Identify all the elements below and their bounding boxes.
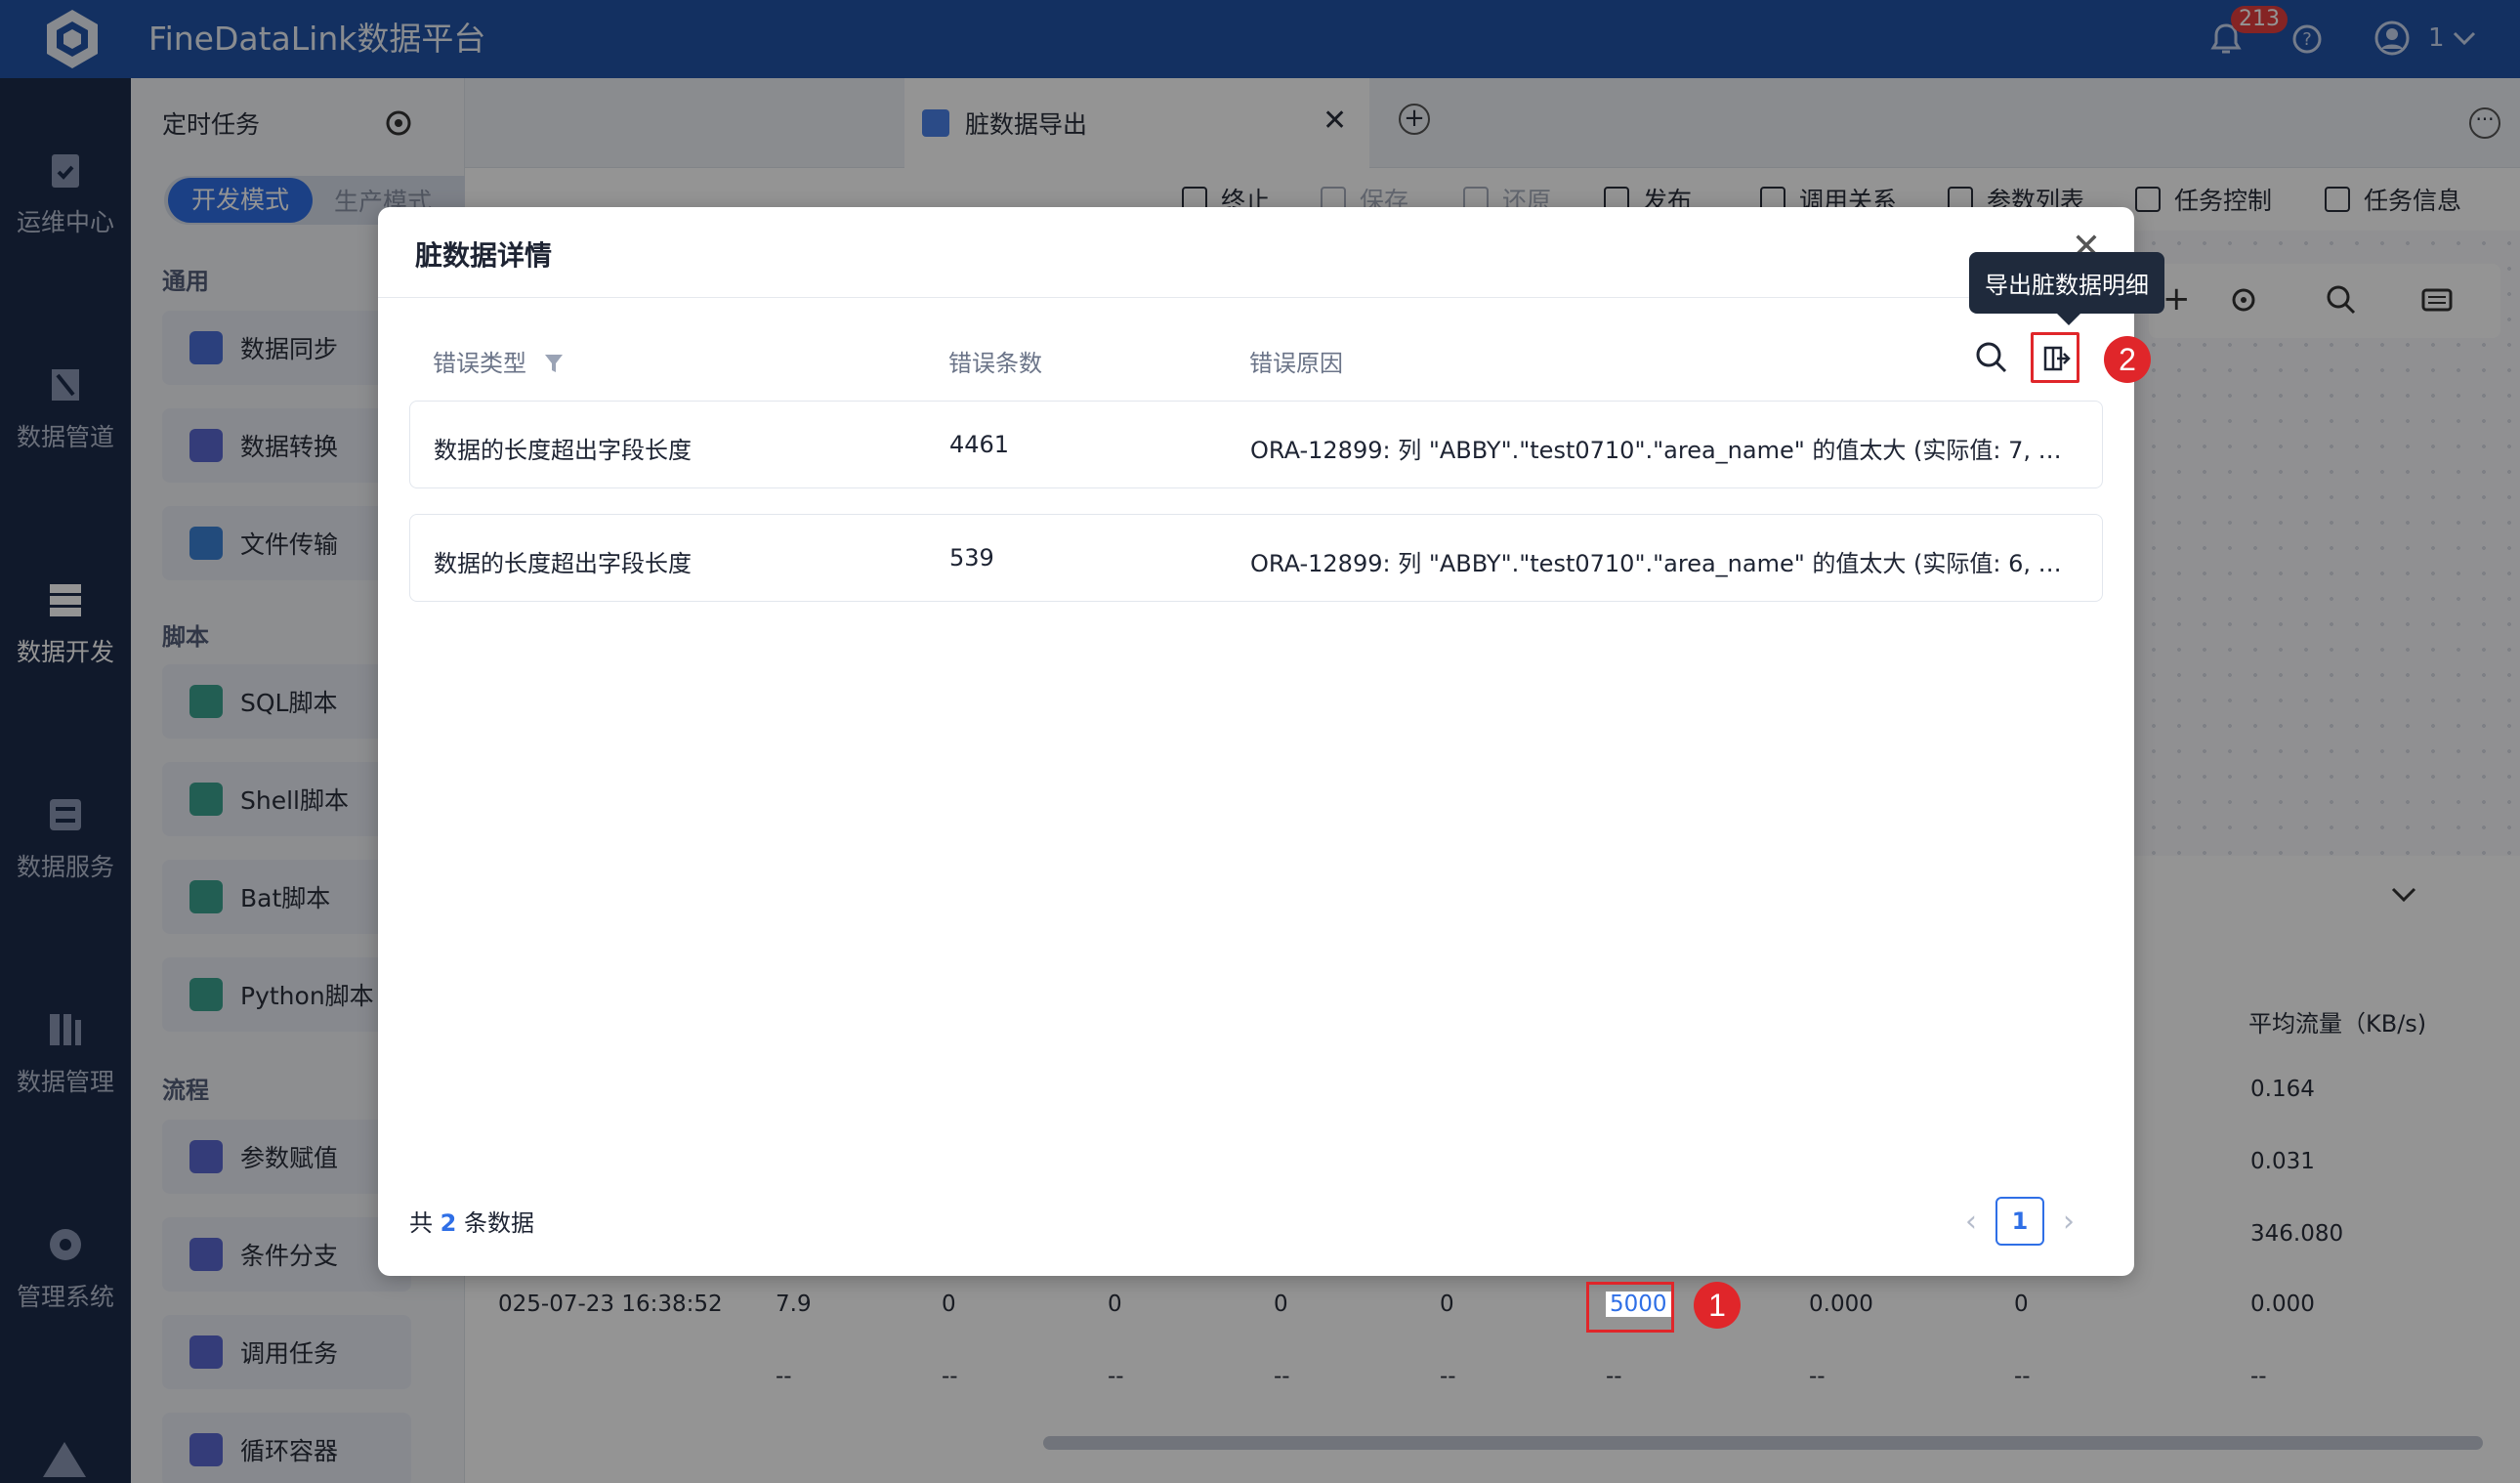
divider (378, 297, 2134, 298)
error-count-cell: 539 (949, 544, 994, 572)
total-count: 共 2 条数据 (409, 1204, 534, 1238)
error-reason-cell: ORA-12899: 列 "ABBY"."test0710"."area_nam… (1250, 550, 2080, 577)
step-marker-1: 1 (1694, 1282, 1741, 1329)
prev-page-icon[interactable]: ‹ (1947, 1205, 1995, 1239)
error-type-cell: 数据的长度超出字段长度 (434, 437, 692, 464)
page-current[interactable]: 1 (1995, 1197, 2044, 1246)
modal-title: 脏数据详情 (415, 239, 553, 272)
total-suffix: 条数据 (463, 1209, 534, 1237)
pagination: ‹ 1 › (1947, 1196, 2093, 1247)
column-header-error-count: 错误条数 (948, 350, 1042, 377)
filter-icon[interactable] (544, 353, 564, 374)
export-dirty-data-button[interactable] (2031, 332, 2079, 383)
table-row: 数据的长度超出字段长度 4461 ORA-12899: 列 "ABBY"."te… (409, 401, 2103, 488)
next-page-icon[interactable]: › (2044, 1205, 2093, 1239)
error-count-cell: 4461 (949, 431, 1010, 458)
step-marker-2: 2 (2104, 336, 2151, 383)
table-row: 数据的长度超出字段长度 539 ORA-12899: 列 "ABBY"."tes… (409, 514, 2103, 602)
export-icon (2043, 346, 2071, 371)
column-header-error-reason: 错误原因 (1249, 350, 1343, 377)
search-icon[interactable] (1974, 340, 2009, 375)
column-header-error-type: 错误类型 (433, 344, 564, 378)
error-type-cell: 数据的长度超出字段长度 (434, 550, 692, 577)
header-label: 错误类型 (433, 350, 526, 377)
export-tooltip: 导出脏数据明细 (1969, 252, 2164, 325)
error-reason-cell: ORA-12899: 列 "ABBY"."test0710"."area_nam… (1250, 437, 2080, 464)
dirty-data-modal: 脏数据详情 ✕ 错误类型 错误条数 错误原因 数据的长度超出字段长度 4461 … (378, 207, 2134, 1276)
total-prefix: 共 (409, 1209, 433, 1237)
dirty-count-link-highlighted[interactable]: 5000 (1606, 1292, 1671, 1317)
total-number: 2 (440, 1209, 457, 1237)
